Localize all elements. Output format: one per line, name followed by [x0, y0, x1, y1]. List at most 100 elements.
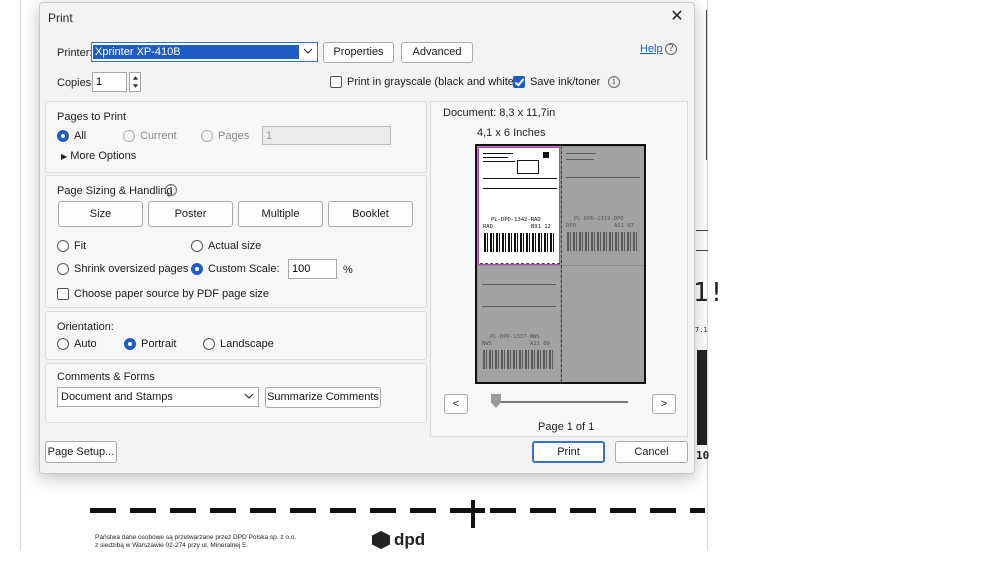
radio-all-dot[interactable]	[57, 130, 69, 142]
radio-custom-scale-dot[interactable]	[191, 263, 203, 275]
preview-line	[483, 188, 557, 189]
preview-line	[566, 159, 594, 160]
comments-select[interactable]: Document and Stamps	[57, 387, 259, 407]
radio-auto-label: Auto	[74, 338, 97, 350]
dpd-cube-icon	[372, 531, 390, 549]
size-button[interactable]: Size	[58, 201, 143, 227]
label-text: B91 12	[531, 224, 551, 230]
percent-label: %	[343, 264, 353, 276]
label-barcode	[567, 232, 638, 251]
page-slider-thumb[interactable]	[491, 394, 501, 408]
radio-pages-dot[interactable]	[201, 130, 213, 142]
preview-line	[482, 284, 556, 285]
paper-source-checkbox-label: Choose paper source by PDF page size	[74, 288, 270, 300]
help-link[interactable]: Help	[640, 43, 663, 55]
info-icon[interactable]: i	[608, 76, 620, 88]
preview-line	[482, 306, 556, 307]
bg-thick-bar	[697, 350, 707, 445]
stepper-down-icon[interactable]	[131, 82, 140, 91]
page-slider-track[interactable]	[491, 401, 628, 403]
preview-line	[483, 157, 508, 158]
radio-actual-size-dot[interactable]	[191, 240, 203, 252]
copies-stepper[interactable]	[129, 72, 141, 92]
radio-pages[interactable]: Pages	[201, 130, 249, 142]
dpd-logo: dpd	[372, 530, 425, 550]
radio-fit-dot[interactable]	[57, 240, 69, 252]
copies-input[interactable]	[92, 72, 127, 92]
radio-portrait[interactable]: Portrait	[124, 338, 176, 350]
radio-shrink-dot[interactable]	[57, 263, 69, 275]
more-options-label: More Options	[70, 150, 137, 162]
prev-page-button[interactable]: <	[444, 394, 468, 414]
radio-shrink-label: Shrink oversized pages	[74, 263, 189, 275]
caret-right-icon: ▶	[61, 152, 68, 161]
preview-line	[566, 153, 596, 154]
summarize-comments-button[interactable]: Summarize Comments	[265, 387, 381, 408]
label-text: RAD	[483, 224, 493, 230]
radio-portrait-label: Portrait	[141, 338, 177, 350]
preview-label	[562, 266, 644, 382]
privacy-footer: Państwa dane osobowe są przetwarzane prz…	[95, 534, 296, 550]
printer-select-value: Xprinter XP-410B	[93, 45, 299, 59]
bg-rule	[696, 250, 708, 251]
preview-line	[566, 177, 640, 178]
properties-button[interactable]: Properties	[323, 42, 394, 63]
label-cut-line	[480, 263, 560, 264]
pages-range-input[interactable]	[262, 126, 391, 145]
preview-box	[517, 160, 539, 174]
stepper-up-icon[interactable]	[131, 73, 140, 82]
chevron-down-icon	[244, 393, 254, 399]
preview-cut-vertical	[561, 146, 562, 382]
radio-actual-size[interactable]: Actual size	[191, 240, 261, 252]
paper-size-info: 4,1 x 6 Inches	[477, 127, 546, 139]
label-text: PL-DPD-1342-RAD	[491, 217, 541, 223]
page-setup-button[interactable]: Page Setup...	[45, 441, 117, 463]
more-options-toggle[interactable]: ▶ More Options	[61, 150, 136, 162]
bg-fragment-large: 1!	[693, 278, 725, 308]
printer-select[interactable]: Xprinter XP-410B	[91, 42, 318, 62]
paper-source-checkbox-box[interactable]	[57, 288, 69, 300]
print-button[interactable]: Print	[532, 441, 605, 463]
page-preview: PL-DPD-1342-RAD RAD B91 12 PL-DPD-1319-D…	[475, 144, 646, 384]
grayscale-checkbox[interactable]: Print in grayscale (black and white)	[330, 76, 518, 88]
close-icon[interactable]: ✕	[668, 8, 686, 26]
help-icon[interactable]: ?	[665, 43, 677, 55]
radio-auto-dot[interactable]	[57, 338, 69, 350]
chevron-down-icon	[303, 48, 313, 54]
save-ink-checkbox-box[interactable]	[513, 76, 525, 88]
paper-source-checkbox[interactable]: Choose paper source by PDF page size	[57, 288, 269, 300]
radio-landscape[interactable]: Landscape	[203, 338, 274, 350]
label-text: PL-DPD-1337-NWS	[490, 334, 540, 340]
custom-scale-input[interactable]	[288, 259, 337, 279]
label-text: DPO	[566, 223, 576, 229]
radio-landscape-dot[interactable]	[203, 338, 215, 350]
label-barcode	[483, 350, 554, 369]
save-ink-checkbox[interactable]: Save ink/toner	[513, 76, 600, 88]
preview-line	[483, 178, 557, 179]
pages-to-print-panel: Pages to Print All Current Pages ▶ More …	[45, 101, 427, 173]
radio-shrink[interactable]: Shrink oversized pages	[57, 263, 188, 275]
preview-label: PL-DPD-1337-NWS NWS A11 09	[478, 266, 560, 382]
advanced-button[interactable]: Advanced	[401, 42, 473, 63]
poster-button[interactable]: Poster	[148, 201, 233, 227]
radio-all-label: All	[74, 130, 87, 142]
next-page-button[interactable]: >	[652, 394, 676, 414]
radio-current-dot[interactable]	[123, 130, 135, 142]
pages-to-print-title: Pages to Print	[57, 111, 127, 123]
radio-portrait-dot[interactable]	[124, 338, 136, 350]
booklet-button[interactable]: Booklet	[328, 201, 413, 227]
copies-label: Copies:	[57, 77, 95, 89]
radio-fit-label: Fit	[74, 240, 87, 252]
printer-label: Printer:	[57, 47, 93, 59]
grayscale-checkbox-box[interactable]	[330, 76, 342, 88]
label-text: PL-DPD-1319-DPD	[574, 216, 624, 222]
radio-current[interactable]: Current	[123, 130, 177, 142]
radio-custom-scale-label: Custom Scale:	[208, 263, 280, 275]
radio-all[interactable]: All	[57, 130, 86, 142]
cancel-button[interactable]: Cancel	[615, 441, 688, 463]
sizing-info-icon[interactable]: i	[165, 184, 177, 196]
radio-auto[interactable]: Auto	[57, 338, 97, 350]
multiple-button[interactable]: Multiple	[238, 201, 323, 227]
radio-fit[interactable]: Fit	[57, 240, 86, 252]
radio-custom-scale[interactable]: Custom Scale:	[191, 263, 280, 275]
